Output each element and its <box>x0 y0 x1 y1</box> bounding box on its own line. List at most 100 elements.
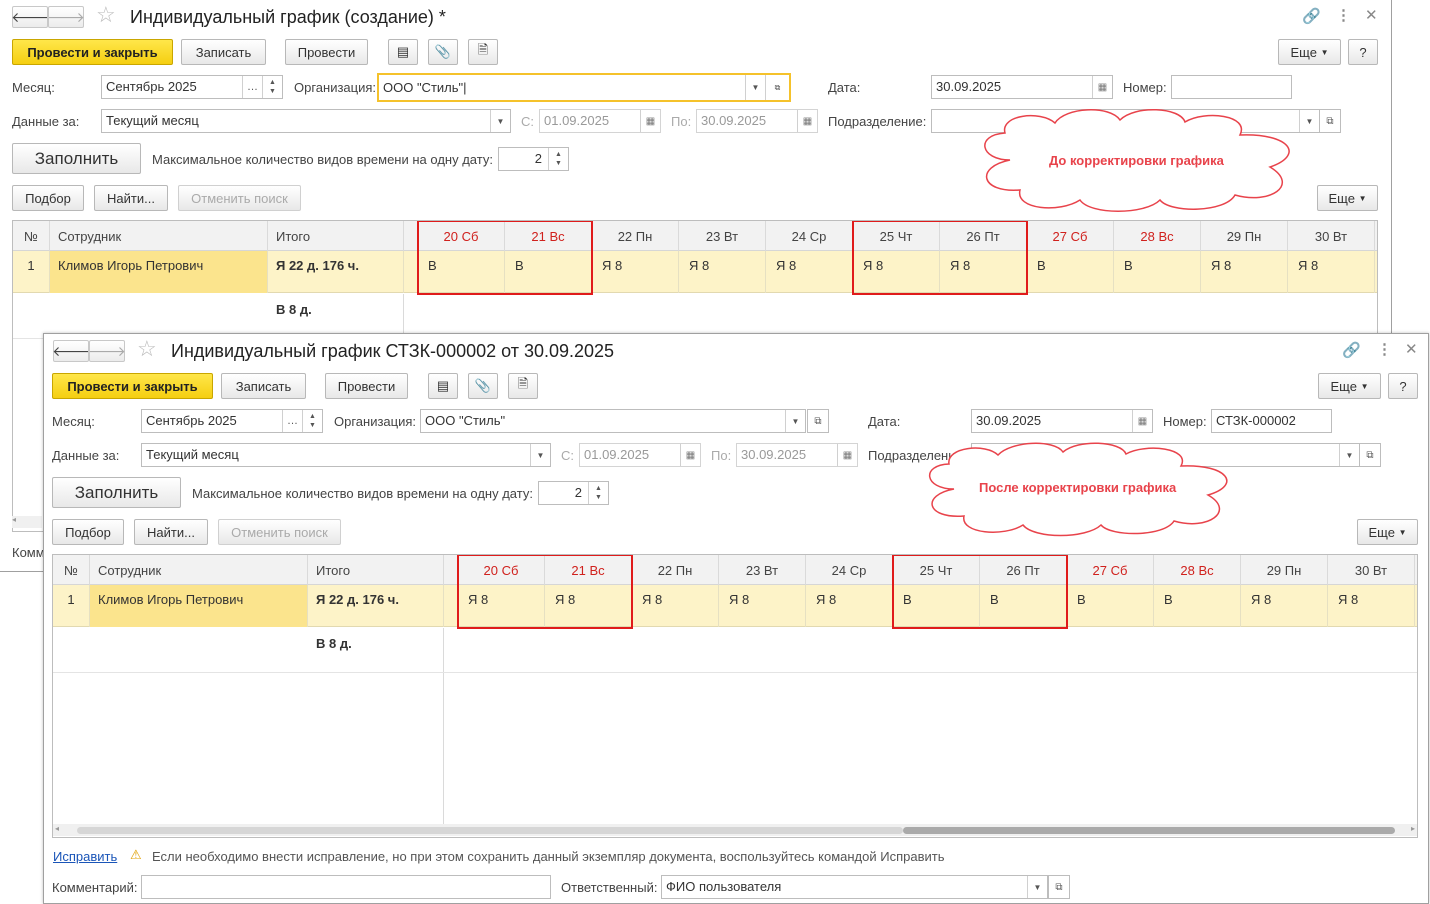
post-button[interactable]: Провести <box>285 39 368 65</box>
department-field[interactable]: ▼ <box>931 109 1320 133</box>
col-day[interactable]: 27 Сб <box>1027 221 1114 251</box>
responsible-field[interactable]: ФИО пользователя ▼ <box>661 875 1048 899</box>
pick-button[interactable]: Подбор <box>12 185 84 211</box>
calendar-icon[interactable]: ▦ <box>1092 76 1112 98</box>
cancel-search-button[interactable]: Отменить поиск <box>218 519 341 545</box>
open-button[interactable]: ⧉ <box>1319 109 1341 133</box>
find-button[interactable]: Найти... <box>134 519 208 545</box>
scroll-right-icon[interactable]: ▸ <box>1411 824 1415 833</box>
open-button[interactable]: ⧉ <box>1359 443 1381 467</box>
data-for-field[interactable]: Текущий месяц ▼ <box>101 109 511 133</box>
horizontal-scrollbar[interactable]: ◂ ▸ <box>53 824 1417 836</box>
fill-button[interactable]: Заполнить <box>12 143 141 174</box>
organization-field[interactable]: ООО "Стиль" ▼ <box>420 409 806 433</box>
day-cell[interactable]: Я 8 <box>592 251 679 293</box>
scroll-left-icon[interactable]: ◂ <box>55 824 59 833</box>
more-vert-icon[interactable]: ⋮ <box>1377 340 1392 358</box>
calendar-icon[interactable]: ▦ <box>797 110 817 132</box>
day-cell[interactable]: Я 8 <box>719 585 806 627</box>
from-date-field[interactable]: 01.09.2025 ▦ <box>579 443 701 467</box>
to-date-field[interactable]: 30.09.2025 ▦ <box>736 443 858 467</box>
table-more-button[interactable]: Еще ▼ <box>1317 185 1378 211</box>
col-day[interactable]: 24 Ср <box>766 221 853 251</box>
report-button[interactable]: ▤ <box>428 373 458 399</box>
number-field[interactable]: СТЗК-000002 <box>1211 409 1332 433</box>
dropdown-button[interactable]: ▼ <box>1299 110 1319 132</box>
row-number[interactable]: 1 <box>13 251 50 293</box>
day-cell[interactable]: Я 8 <box>1241 585 1328 627</box>
calendar-icon[interactable]: ▦ <box>640 110 660 132</box>
cancel-search-button[interactable]: Отменить поиск <box>178 185 301 211</box>
col-day[interactable]: 24 Ср <box>806 555 893 585</box>
comment-field[interactable] <box>141 875 551 899</box>
date-field[interactable]: 30.09.2025 ▦ <box>931 75 1113 99</box>
attach-button[interactable]: 📎 <box>468 373 498 399</box>
favorite-star-icon[interactable]: ☆ <box>137 336 157 362</box>
day-cell[interactable]: В <box>1114 251 1201 293</box>
link-icon[interactable]: 🔗 <box>1302 7 1321 25</box>
attach-button[interactable]: 📎 <box>428 39 458 65</box>
max-types-spinner[interactable]: ▲ ▼ <box>548 148 568 170</box>
fix-link[interactable]: Исправить <box>53 849 117 864</box>
day-cell[interactable]: Я 8 <box>766 251 853 293</box>
help-button[interactable]: ? <box>1348 39 1378 65</box>
open-button[interactable]: ⧉ <box>1048 875 1070 899</box>
close-icon[interactable]: ✕ <box>1405 340 1418 358</box>
month-spinner[interactable]: ▲ ▼ <box>262 76 282 98</box>
forward-button[interactable]: 🡒 <box>88 340 126 362</box>
col-day[interactable]: 30 Вт <box>1288 221 1375 251</box>
max-types-field[interactable]: 2 ▲ ▼ <box>498 147 569 171</box>
find-button[interactable]: Найти... <box>94 185 168 211</box>
date-field[interactable]: 30.09.2025 ▦ <box>971 409 1153 433</box>
col-total[interactable]: Итого <box>268 221 404 251</box>
select-button[interactable]: … <box>282 410 302 432</box>
more-vert-icon[interactable]: ⋮ <box>1336 6 1351 24</box>
print-button[interactable]: 🗎 <box>508 373 538 399</box>
dropdown-button[interactable]: ▼ <box>785 410 805 432</box>
employee-cell[interactable]: Климов Игорь Петрович <box>50 251 268 293</box>
more-menu-button[interactable]: Еще ▼ <box>1278 39 1341 65</box>
help-button[interactable]: ? <box>1388 373 1418 399</box>
day-cell[interactable]: В <box>1027 251 1114 293</box>
open-button[interactable]: ⧉ <box>807 409 829 433</box>
month-spinner[interactable]: ▲ ▼ <box>302 410 322 432</box>
favorite-star-icon[interactable]: ☆ <box>96 2 116 28</box>
col-employee[interactable]: Сотрудник <box>50 221 268 251</box>
organization-field[interactable]: ООО "Стиль"| ▼ ⧉ <box>377 73 791 102</box>
max-types-field[interactable]: 2 ▲ ▼ <box>538 481 609 505</box>
row-number[interactable]: 1 <box>53 585 90 627</box>
back-button[interactable]: 🡐 <box>11 6 49 28</box>
forward-button[interactable]: 🡒 <box>47 6 85 28</box>
data-for-field[interactable]: Текущий месяц ▼ <box>141 443 551 467</box>
post-and-close-button[interactable]: Провести и закрыть <box>52 373 213 399</box>
col-day[interactable]: 28 Вс <box>1114 221 1201 251</box>
open-button[interactable]: ⧉ <box>765 75 789 100</box>
back-button[interactable]: 🡐 <box>52 340 90 362</box>
more-menu-button[interactable]: Еще ▼ <box>1318 373 1381 399</box>
scroll-thumb[interactable] <box>903 827 1395 834</box>
day-cell[interactable]: Я 8 <box>1201 251 1288 293</box>
close-icon[interactable]: ✕ <box>1365 6 1378 24</box>
scrollbar[interactable]: ◂ <box>12 515 42 528</box>
col-total[interactable]: Итого <box>308 555 444 585</box>
col-day[interactable]: 30 Вт <box>1328 555 1415 585</box>
employee-cell[interactable]: Климов Игорь Петрович <box>90 585 308 627</box>
col-day[interactable]: 29 Пн <box>1201 221 1288 251</box>
number-field[interactable] <box>1171 75 1292 99</box>
fill-button[interactable]: Заполнить <box>52 477 181 508</box>
dropdown-button[interactable]: ▼ <box>745 75 765 100</box>
from-date-field[interactable]: 01.09.2025 ▦ <box>539 109 661 133</box>
dropdown-button[interactable]: ▼ <box>490 110 510 132</box>
month-field[interactable]: Сентябрь 2025… ▲ ▼ <box>101 75 283 99</box>
col-employee[interactable]: Сотрудник <box>90 555 308 585</box>
col-day[interactable]: 23 Вт <box>719 555 806 585</box>
select-button[interactable]: … <box>242 76 262 98</box>
save-button[interactable]: Записать <box>221 373 306 399</box>
print-button[interactable]: 🗎 <box>468 39 498 65</box>
day-cell[interactable]: Я 8 <box>632 585 719 627</box>
col-day[interactable]: 22 Пн <box>632 555 719 585</box>
table-more-button[interactable]: Еще ▼ <box>1357 519 1418 545</box>
post-button[interactable]: Провести <box>325 373 408 399</box>
day-cell[interactable]: Я 8 <box>1288 251 1375 293</box>
table-row[interactable]: 1 Климов Игорь Петрович Я 22 д. 176 ч. Я 8Я… <box>53 585 1417 627</box>
